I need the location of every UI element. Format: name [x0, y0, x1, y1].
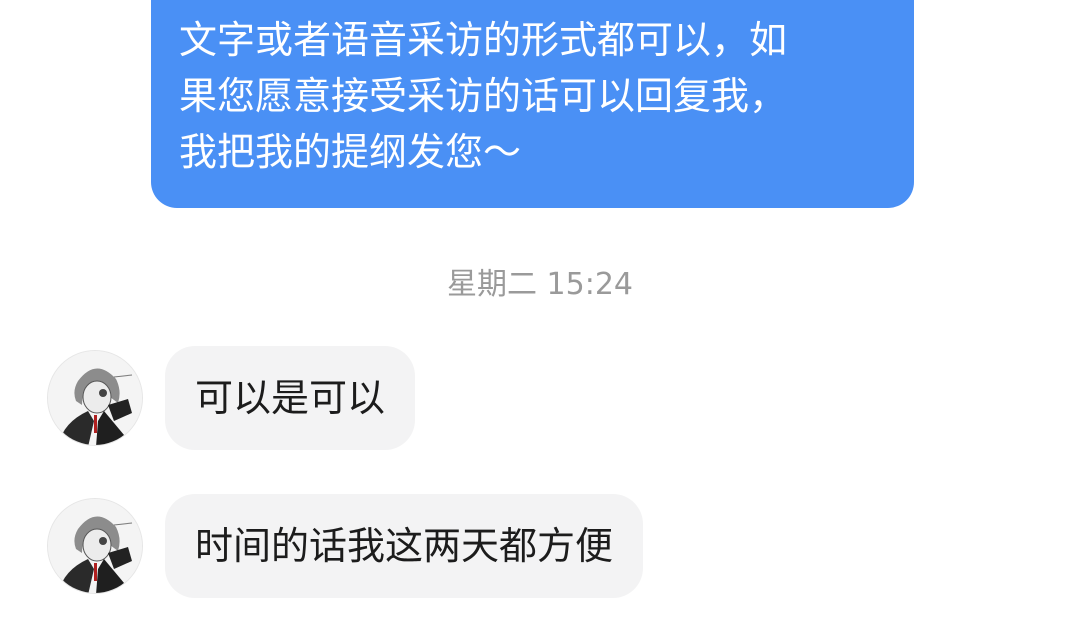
- message-timestamp: 星期二 15:24: [447, 267, 633, 302]
- anime-character-avatar-icon: [48, 351, 142, 445]
- incoming-message-bubble[interactable]: 可以是可以: [165, 346, 416, 450]
- avatar[interactable]: [47, 350, 143, 446]
- outgoing-message-line: 文字或者语音采访的形式都可以，如: [179, 18, 788, 62]
- outgoing-message-bubble[interactable]: 文字或者语音采访的形式都可以，如 果您愿意接受采访的话可以回复我， 我把我的提纲…: [151, 0, 914, 208]
- chat-view[interactable]: 文字或者语音采访的形式都可以，如 果您愿意接受采访的话可以回复我， 我把我的提纲…: [0, 0, 1080, 639]
- outgoing-message-line: 果您愿意接受采访的话可以回复我，: [179, 74, 788, 118]
- outgoing-message-line: 我把我的提纲发您～: [179, 130, 522, 174]
- avatar[interactable]: [47, 498, 143, 594]
- anime-character-avatar-icon: [48, 499, 142, 593]
- incoming-message-bubble[interactable]: 时间的话我这两天都方便: [165, 494, 644, 598]
